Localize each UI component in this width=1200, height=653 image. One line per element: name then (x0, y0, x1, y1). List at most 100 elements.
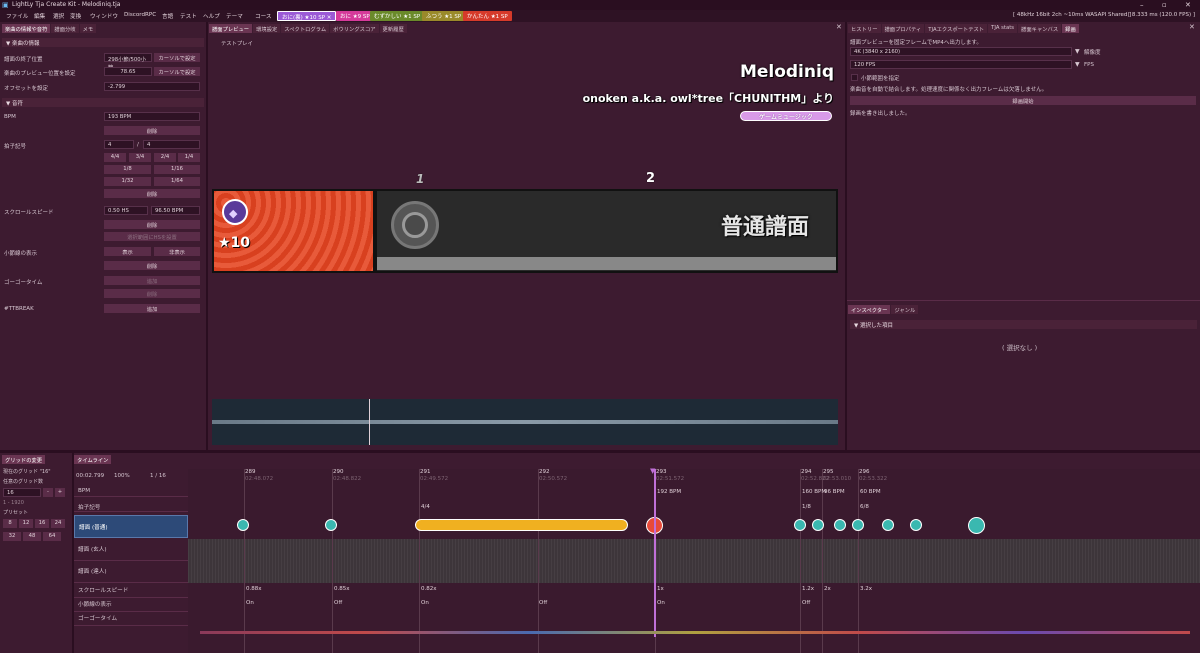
waveform-cursor[interactable] (369, 399, 370, 445)
scroll-marker[interactable]: 0.88x (246, 586, 262, 592)
menu-test[interactable]: テスト (180, 12, 197, 20)
menu-language[interactable]: 言語 (162, 12, 173, 20)
tab-tja-stats[interactable]: TJA stats (988, 24, 1018, 33)
chevron-down-icon[interactable]: ▼ (1075, 48, 1080, 55)
close-icon[interactable]: ✕ (327, 15, 332, 21)
tab-song-info[interactable]: 楽曲の情報や音符 (2, 24, 51, 33)
tab-tja-export[interactable]: TJAエクスポートテスト (925, 24, 988, 33)
menu-file[interactable]: ファイル (6, 12, 28, 20)
timeline-row-label[interactable]: 譜面 (普通) (74, 515, 188, 538)
timeline-row-label[interactable]: 拍子記号 (74, 501, 188, 512)
note-don-large[interactable] (968, 517, 985, 534)
course-tab-oni[interactable]: おに ★9 SP (336, 11, 374, 21)
menu-window[interactable]: ウィンドウ (90, 12, 118, 20)
tab-env-settings[interactable]: 環境設定 (253, 24, 281, 33)
section-selected-items[interactable]: ▼ 選択した項目 (850, 320, 1197, 329)
grid-preset-button[interactable]: 64 (43, 532, 61, 541)
tab-changelog[interactable]: 更新履歴 (379, 24, 407, 33)
course-tab-ura-oni[interactable]: おに(裏) ★10 SP ✕ (277, 11, 337, 21)
tab-chart-canvas[interactable]: 譜面キャンバス (1018, 24, 1062, 33)
meter-preset-button[interactable]: 1/32 (104, 177, 151, 186)
tab-inspector[interactable]: インスペクター (848, 305, 891, 314)
minimize-icon[interactable]: – (1140, 1, 1144, 9)
scroll-marker[interactable]: 0.82x (421, 586, 437, 592)
meter-delete-button[interactable]: 削除 (104, 189, 200, 198)
note-don-small[interactable] (882, 519, 894, 531)
tab-grid[interactable]: グリッドの変更 (2, 455, 46, 464)
bpm-delete-button[interactable]: 削除 (104, 126, 200, 135)
note-don-small[interactable] (325, 519, 337, 531)
note-don-small[interactable] (794, 519, 806, 531)
preview-position-field[interactable]: 78.65 (104, 67, 152, 76)
barline-marker[interactable]: On (421, 600, 429, 606)
scroll-marker[interactable]: 1.2x (802, 586, 814, 592)
playhead[interactable] (654, 469, 656, 637)
tab-recording[interactable]: 録画 (1062, 24, 1079, 33)
timeline-row-label[interactable]: 譜面 (達人) (74, 561, 188, 583)
barline-marker[interactable]: Off (539, 600, 547, 606)
bpm-marker[interactable]: 96 BPM (824, 489, 845, 495)
note-don-small[interactable] (852, 519, 864, 531)
bpm-marker[interactable]: 60 BPM (860, 489, 881, 495)
end-cursor-button[interactable]: カーソルで設定 (154, 53, 200, 62)
note-don-small[interactable] (910, 519, 922, 531)
meter-preset-button[interactable]: 1/8 (104, 165, 151, 174)
custom-grid-field[interactable]: 16 (3, 488, 41, 497)
offset-field[interactable]: -2.799 (104, 82, 200, 91)
menu-edit[interactable]: 編集 (34, 12, 45, 20)
timeline-row-label[interactable]: スクロールスピード (74, 584, 188, 598)
end-position-field[interactable]: 298小節/500小節 (104, 53, 152, 71)
section-song-info[interactable]: ▼ 楽曲の情報 (2, 38, 204, 47)
tab-branch[interactable]: 譜面分岐 (51, 24, 79, 33)
test-play-button[interactable]: テストプレイ (218, 38, 256, 47)
timeline-row-label[interactable]: 小節線の表示 (74, 598, 188, 612)
barline-hide-button[interactable]: 非表示 (154, 247, 200, 256)
course-tab-hard[interactable]: むずかしい ★1 SP (370, 11, 425, 21)
barline-delete-button[interactable]: 削除 (104, 261, 200, 270)
tab-history[interactable]: ヒストリー (848, 24, 881, 33)
tab-timeline[interactable]: タイムライン (74, 455, 112, 464)
note-don-small[interactable] (237, 519, 249, 531)
close-icon[interactable]: ✕ (836, 23, 842, 31)
tab-bowling[interactable]: ボウリングスコア (330, 24, 379, 33)
grid-decrement-button[interactable]: - (43, 488, 53, 497)
meter-marker[interactable]: 6/8 (860, 504, 869, 510)
scroll-marker[interactable]: 3.2x (860, 586, 872, 592)
resolution-select[interactable]: 4K (3840 x 2160) (850, 47, 1072, 56)
grid-preset-button[interactable]: 12 (19, 519, 33, 528)
barline-marker[interactable]: On (657, 600, 665, 606)
barline-show-button[interactable]: 表示 (104, 247, 151, 256)
grid-preset-button[interactable]: 32 (3, 532, 21, 541)
meter-preset-button[interactable]: 1/64 (154, 177, 200, 186)
scroll-marker[interactable]: 0.85x (334, 586, 350, 592)
menu-help[interactable]: ヘルプ (203, 12, 220, 20)
tab-spectrogram[interactable]: スペクトログラム (281, 24, 330, 33)
barline-marker[interactable]: Off (802, 600, 810, 606)
grid-preset-button[interactable]: 48 (23, 532, 41, 541)
ttbreak-add-button[interactable]: 追加 (104, 304, 200, 313)
note-don-small[interactable] (834, 519, 846, 531)
set-hs-range-button[interactable]: 選択範囲にHSを設置 (104, 232, 200, 241)
timeline-row-label[interactable]: ゴーゴータイム (74, 612, 188, 626)
menu-select[interactable]: 選択 (53, 12, 64, 20)
meter-preset-button[interactable]: 1/4 (178, 153, 200, 162)
grid-preset-button[interactable]: 16 (35, 519, 49, 528)
grid-preset-button[interactable]: 8 (3, 519, 17, 528)
meter-marker[interactable]: 4/4 (421, 504, 430, 510)
course-tab-easy[interactable]: かんたん ★1 SP (463, 11, 512, 21)
meter-preset-button[interactable]: 1/16 (154, 165, 200, 174)
playhead-handle-icon[interactable]: ▼ (650, 467, 655, 475)
menu-course[interactable]: コース (255, 12, 272, 20)
note-don-small[interactable] (812, 519, 824, 531)
scroll-marker[interactable]: 1x (657, 586, 664, 592)
chevron-down-icon[interactable]: ▼ (1075, 61, 1080, 68)
meter-preset-button[interactable]: 4/4 (104, 153, 126, 162)
fps-select[interactable]: 120 FPS (850, 60, 1072, 69)
close-icon[interactable]: ✕ (1189, 23, 1195, 31)
grid-increment-button[interactable]: + (55, 488, 65, 497)
scroll-speed-field[interactable]: 0.50 HS (104, 206, 148, 215)
meter-marker[interactable]: 1/8 (802, 504, 811, 510)
scroll-delete-button[interactable]: 削除 (104, 220, 200, 229)
tab-chart-properties[interactable]: 譜面プロパティ (881, 24, 925, 33)
range-checkbox[interactable] (851, 74, 858, 81)
